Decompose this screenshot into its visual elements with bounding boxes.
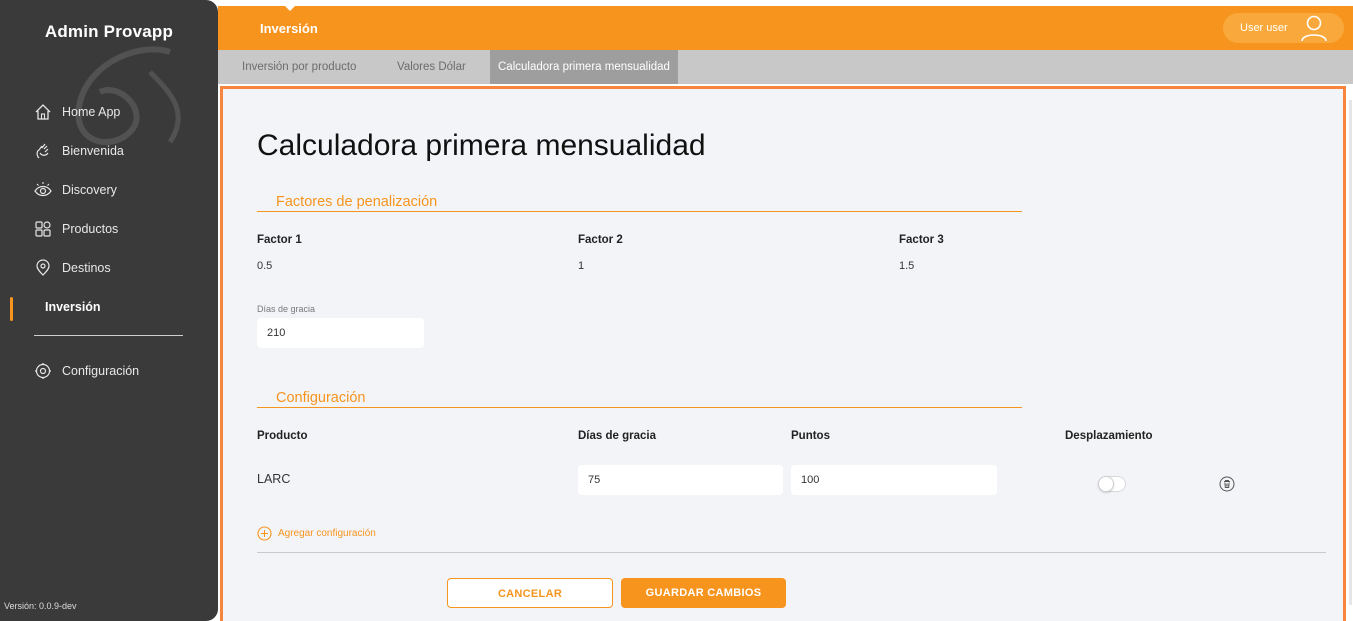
tab-inversion-por-producto[interactable]: Inversión por producto <box>234 50 364 84</box>
grid-icon <box>34 220 52 238</box>
user-icon <box>1301 15 1327 42</box>
sidebar-item-bienvenida[interactable]: Bienvenida <box>34 140 124 162</box>
column-header-producto: Producto <box>257 430 308 442</box>
header-bar: Inversión User user <box>218 6 1353 50</box>
sidebar-item-label: Productos <box>62 222 119 236</box>
column-header-dias-de-gracia: Días de gracia <box>578 430 656 442</box>
user-name: User user <box>1240 22 1288 34</box>
factor-1-label: Factor 1 <box>257 234 302 246</box>
location-pin-icon <box>34 259 52 277</box>
cancel-button[interactable]: CANCELAR <box>447 578 613 608</box>
product-name: LARC <box>257 472 291 486</box>
grace-days-input[interactable]: 210 <box>257 318 424 348</box>
section-divider <box>257 407 1022 408</box>
app-brand: Admin Provapp <box>44 22 174 41</box>
sidebar-item-label: Discovery <box>62 183 117 197</box>
page-section-title: Inversión <box>260 21 318 36</box>
sidebar-item-destinos[interactable]: Destinos <box>34 257 111 279</box>
tab-bar: Inversión por producto Valores Dólar Cal… <box>218 50 1353 84</box>
header-notch <box>285 6 295 11</box>
sidebar-item-discovery[interactable]: Discovery <box>34 179 117 201</box>
gear-icon <box>34 362 52 380</box>
column-header-puntos: Puntos <box>791 430 830 442</box>
section-title-penalty: Factores de penalización <box>276 194 438 210</box>
tab-valores-dolar[interactable]: Valores Dólar <box>389 50 474 84</box>
column-header-desplazamiento: Desplazamiento <box>1065 430 1153 442</box>
toggle-knob <box>1098 476 1114 492</box>
sidebar-item-label: Destinos <box>62 261 111 275</box>
factor-3-value: 1.5 <box>899 260 915 272</box>
plus-circle-icon <box>257 526 272 541</box>
sidebar-item-inversion[interactable]: Inversión <box>45 296 101 318</box>
eye-icon <box>34 181 52 199</box>
factor-1-value: 0.5 <box>257 260 273 272</box>
version-label: Versión: 0.0.9-dev <box>4 601 77 611</box>
factor-3-label: Factor 3 <box>899 234 944 246</box>
sidebar-item-label: Configuración <box>62 364 140 378</box>
factor-2-label: Factor 2 <box>578 234 623 246</box>
sidebar-item-label: Bienvenida <box>62 144 124 158</box>
sidebar-item-label: Home App <box>62 105 121 119</box>
footer-divider <box>257 552 1326 553</box>
home-icon <box>34 103 52 121</box>
trash-icon[interactable] <box>1219 476 1235 492</box>
sidebar-item-home-app[interactable]: Home App <box>34 101 120 123</box>
wave-hand-icon <box>34 142 52 160</box>
row-points-input[interactable]: 100 <box>791 465 997 495</box>
section-title-configuracion: Configuración <box>276 390 366 406</box>
tab-calculadora-primera-mensualidad[interactable]: Calculadora primera mensualidad <box>490 50 678 84</box>
row-grace-days-input[interactable]: 75 <box>578 465 783 495</box>
section-divider <box>257 211 1022 212</box>
grace-days-label: Días de gracia <box>257 304 316 314</box>
page-title: Calculadora primera mensualidad <box>257 129 706 162</box>
sidebar-item-productos[interactable]: Productos <box>34 218 118 240</box>
main-content: Calculadora primera mensualidad Factores… <box>220 86 1346 621</box>
sidebar-item-configuracion[interactable]: Configuración <box>34 360 139 382</box>
sidebar: Admin Provapp Home App Bienvenida Discov… <box>0 0 218 621</box>
scrollbar[interactable] <box>1349 100 1352 605</box>
displacement-toggle[interactable] <box>1098 476 1126 492</box>
sidebar-divider <box>34 335 183 336</box>
user-menu-button[interactable]: User user <box>1223 13 1344 43</box>
sidebar-item-label: Inversión <box>45 300 101 314</box>
factor-2-value: 1 <box>578 260 585 272</box>
save-changes-button[interactable]: GUARDAR CAMBIOS <box>621 578 786 608</box>
active-indicator <box>10 297 13 321</box>
add-configuration-button[interactable]: Agregar configuración <box>257 526 376 541</box>
add-configuration-label: Agregar configuración <box>278 528 376 539</box>
